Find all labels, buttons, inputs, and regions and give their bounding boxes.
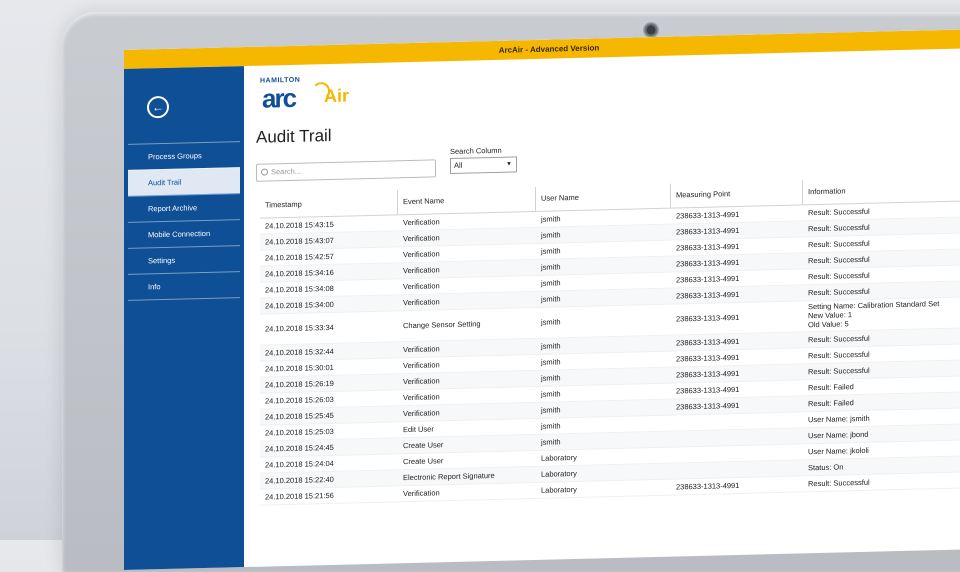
sidebar-item-process-groups[interactable]: Process Groups — [128, 141, 240, 170]
app-window: ArcAir - Advanced Version ← Process Grou… — [124, 29, 960, 571]
sidebar: ← Process Groups Audit Trail Report Archiv… — [124, 66, 244, 571]
user-cell: Laboratory — [541, 484, 577, 495]
event-cell: Verification — [403, 488, 440, 499]
information-line: Result: Successful — [808, 365, 870, 377]
timestamp-cell: 24.10.2018 15:33:34 — [265, 322, 334, 334]
search-placeholder: Search... — [271, 166, 302, 177]
search-column-value: All — [454, 160, 463, 170]
back-button[interactable]: ← — [147, 95, 169, 119]
webcam — [643, 22, 659, 38]
column-header-measuring-point[interactable]: Measuring Point — [671, 180, 803, 208]
information-line: User Name: jkololi — [808, 445, 869, 457]
caret-down-icon: ▼ — [506, 161, 512, 168]
column-header-timestamp[interactable]: Timestamp — [260, 190, 398, 218]
information-line: User Name: jbond — [808, 429, 869, 441]
hamilton-arcair-logo: HAMILTON arc Air — [256, 75, 376, 114]
sidebar-item-info[interactable]: Info — [128, 271, 240, 301]
information-line: Result: Successful — [808, 254, 870, 266]
information-line: Result: Successful — [808, 222, 870, 234]
search-icon — [261, 168, 268, 176]
information-line: Result: Failed — [808, 398, 854, 409]
sidebar-item-mobile-connection[interactable]: Mobile Connection — [128, 219, 240, 248]
sidebar-menu: Process Groups Audit Trail Report Archive M… — [128, 141, 240, 301]
column-header-information[interactable]: Information — [803, 176, 960, 204]
measuring-point-cell: 238633-1313-4991 — [676, 480, 740, 492]
information-line: User Name: jsmith — [808, 413, 870, 425]
information-line: Result: Successful — [808, 349, 870, 361]
sidebar-item-report-archive[interactable]: Report Archive — [128, 193, 240, 222]
user-cell: jsmith — [541, 317, 561, 327]
information-cell: Setting Name: Calibration Standard Set Ne… — [803, 297, 960, 331]
information-line: Result: Successful — [808, 238, 870, 250]
search-input[interactable]: Search... — [256, 159, 436, 182]
information-line: Result: Successful — [808, 270, 870, 282]
sidebar-item-settings[interactable]: Settings — [128, 245, 240, 274]
information-line: Result: Successful — [808, 333, 870, 345]
information-line: Status: On — [808, 462, 844, 473]
information-line: Result: Successful — [808, 286, 870, 298]
page-title: Audit Trail — [256, 125, 332, 147]
event-cell: Change Sensor Setting — [403, 319, 481, 331]
audit-trail-table: Timestamp Event Name User Name Measuring Po… — [260, 176, 960, 506]
column-header-user-name[interactable]: User Name — [536, 183, 671, 211]
search-column-label: Search Column — [450, 145, 502, 157]
measuring-point-cell: 238633-1313-4991 — [676, 312, 740, 324]
information-line: Result: Successful — [808, 206, 870, 218]
information-line: Result: Successful — [808, 477, 870, 489]
logo-air: Air — [324, 85, 350, 107]
logo-arc: arc — [262, 82, 296, 114]
table-body: 24.10.2018 15:43:15 Verification jsmith 238… — [260, 201, 960, 506]
timestamp-cell: 24.10.2018 15:21:56 — [265, 490, 334, 502]
sidebar-item-audit-trail[interactable]: Audit Trail — [128, 167, 240, 196]
information-cell: Result: Successful — [803, 472, 960, 491]
search-column-select[interactable]: All ▼ — [450, 156, 517, 175]
column-header-event-name[interactable]: Event Name — [398, 186, 536, 215]
main-content: HAMILTON arc Air Audit Trail Search... S… — [244, 48, 960, 567]
information-line: Result: Failed — [808, 382, 854, 393]
arrow-left-icon: ← — [152, 100, 164, 115]
